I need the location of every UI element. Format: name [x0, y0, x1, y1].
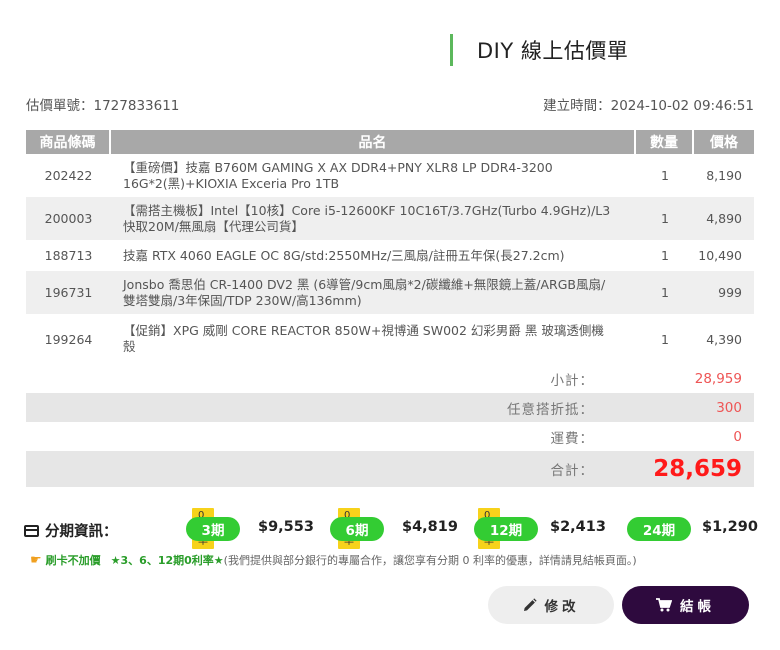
period-amount: $2,413	[550, 519, 606, 535]
header-name: 品名	[111, 130, 636, 154]
row-price: 4,390	[706, 331, 742, 347]
subtotal-row: 小計： 28,959	[26, 364, 754, 393]
subtotal-value: 28,959	[694, 370, 742, 387]
row-price: 10,490	[698, 248, 742, 263]
no-surcharge-tag: 刷卡不加價	[45, 554, 101, 567]
period-amount: $1,290	[702, 519, 758, 535]
checkout-button[interactable]: 結帳	[622, 586, 749, 624]
row-code: 200003	[44, 211, 93, 226]
row-price: 4,890	[706, 211, 742, 226]
period-amount: $9,553	[258, 519, 314, 535]
table-row: 202422 【重磅價】技嘉 B760M GAMING X AX DDR4+PN…	[26, 154, 754, 197]
total-value: 28,659	[653, 456, 742, 482]
row-qty: 1	[661, 285, 669, 300]
total-label: 合計：	[550, 463, 594, 479]
table-row: 200003 【需搭主機板】Intel【10核】Core i5-12600KF …	[26, 197, 754, 240]
row-qty: 1	[661, 248, 669, 263]
row-code: 202422	[44, 168, 93, 183]
shipping-label: 運費：	[550, 430, 594, 447]
checkout-button-label: 結帳	[680, 599, 715, 614]
table-header: 商品條碼 品名 數量 價格	[26, 130, 754, 154]
page-header: DIY 線上估價單	[450, 34, 628, 66]
period-badge: 6期	[330, 517, 384, 541]
cart-icon	[656, 598, 672, 612]
installment-label-text: 分期資訊：	[45, 524, 118, 540]
row-price: 8,190	[706, 168, 742, 183]
table-row: 196731 Jonsbo 喬思伯 CR-1400 DV2 黑 (6導管/9cm…	[26, 271, 754, 314]
installment-note: ☛ 刷卡不加價 ★3、6、12期0利率★ (我們提供與部分銀行的專屬合作，讓您享…	[30, 552, 637, 568]
edit-button-label: 修改	[544, 599, 580, 614]
header-code: 商品條碼	[26, 130, 111, 154]
row-qty: 1	[661, 331, 669, 347]
quote-number: 估價單號：1727833611	[26, 98, 180, 114]
zero-rate-promo: ★3、6、12期0利率★	[110, 554, 224, 567]
row-qty: 1	[661, 211, 669, 226]
discount-value: 300	[716, 399, 742, 416]
table-row: 199264 【促銷】XPG 威剛 CORE REACTOR 850W+視博通 …	[26, 314, 754, 364]
row-code: 188713	[44, 248, 93, 263]
edit-button[interactable]: 修改	[488, 586, 614, 624]
row-name: 【重磅價】技嘉 B760M GAMING X AX DDR4+PNY XLR8 …	[123, 159, 553, 191]
discount-row: 任意搭折抵： 300	[26, 393, 754, 422]
installment-info: 分期資訊： 0利率 3期 $9,553 0利率 6期 $4,819 0利率 12…	[24, 508, 758, 552]
page-title: DIY 線上估價單	[477, 39, 629, 63]
row-name: 技嘉 RTX 4060 EAGLE OC 8G/std:2550MHz/三風扇/…	[123, 247, 565, 263]
row-code: 199264	[44, 331, 93, 347]
row-name: Jonsbo 喬思伯 CR-1400 DV2 黑 (6導管/9cm風扇*2/碳纖…	[123, 276, 606, 308]
pointing-hand-icon: ☛	[30, 552, 42, 568]
period-badge: 24期	[627, 517, 691, 541]
discount-label: 任意搭折抵：	[507, 401, 594, 418]
header-price: 價格	[694, 130, 754, 154]
credit-card-icon	[24, 524, 39, 537]
period-badge: 12期	[474, 517, 538, 541]
note-text: (我們提供與部分銀行的專屬合作，讓您享有分期 0 利率的優惠，詳情請見結帳頁面。…	[223, 554, 637, 567]
row-qty: 1	[661, 168, 669, 183]
total-row: 合計： 28,659	[26, 451, 754, 487]
title-accent-bar	[450, 34, 453, 66]
row-code: 196731	[44, 285, 93, 300]
shipping-row: 運費： 0	[26, 422, 754, 451]
pencil-icon	[523, 598, 537, 612]
created-time: 建立時間：2024-10-02 09:46:51	[543, 98, 754, 114]
shipping-value: 0	[733, 428, 742, 445]
quote-table: 商品條碼 品名 數量 價格 202422 【重磅價】技嘉 B760M GAMIN…	[26, 130, 754, 487]
row-name: 【促銷】XPG 威剛 CORE REACTOR 850W+視博通 SW002 幻…	[123, 323, 604, 354]
installment-label: 分期資訊：	[24, 520, 118, 541]
row-name: 【需搭主機板】Intel【10核】Core i5-12600KF 10C16T/…	[123, 202, 611, 234]
header-qty: 數量	[636, 130, 694, 154]
period-amount: $4,819	[402, 519, 458, 535]
subtotal-label: 小計：	[550, 372, 594, 389]
period-badge: 3期	[186, 517, 240, 541]
table-row: 188713 技嘉 RTX 4060 EAGLE OC 8G/std:2550M…	[26, 240, 754, 271]
row-price: 999	[718, 285, 742, 300]
